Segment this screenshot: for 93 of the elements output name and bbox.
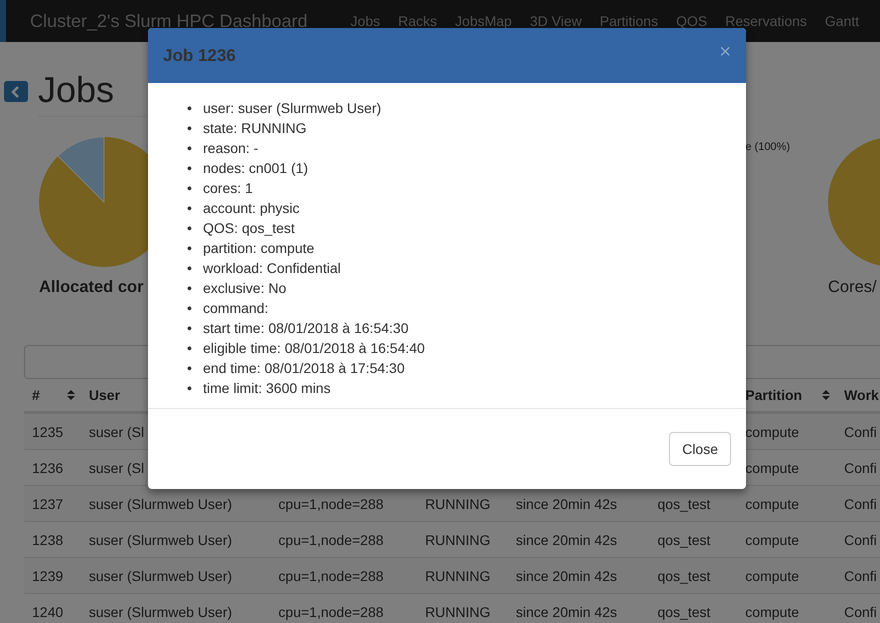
job-detail: nodes: cn001 (1) xyxy=(203,159,308,178)
job-detail: cores: 1 xyxy=(203,179,253,198)
job-detail: eligible time: 08/01/2018 à 16:54:40 xyxy=(203,339,425,358)
legend-text: e (100%) xyxy=(745,141,790,155)
close-button[interactable]: Close xyxy=(669,432,731,466)
table-cell: RUNNING xyxy=(425,604,490,620)
table-cell: Confi xyxy=(844,532,877,548)
table-cell: Confi xyxy=(844,496,877,512)
table-cell: suser (Slurmweb User) xyxy=(88,496,232,512)
table-cell: RUNNING xyxy=(425,568,490,584)
job-detail: QOS: qos_test xyxy=(203,219,295,238)
bullet: • xyxy=(187,199,193,218)
bullet: • xyxy=(187,219,193,238)
table-cell: qos_test xyxy=(658,532,710,548)
table-cell: qos_test xyxy=(658,496,710,512)
nav-link[interactable]: Racks xyxy=(389,13,446,29)
bullet: • xyxy=(187,359,193,378)
bullet: • xyxy=(187,379,193,398)
table-cell: 1237 xyxy=(32,496,64,512)
job-detail: start time: 08/01/2018 à 16:54:30 xyxy=(203,319,408,338)
dialog-title: Job 1236 xyxy=(163,46,236,66)
table-cell: 1239 xyxy=(32,568,64,584)
table-cell: since 20min 42s xyxy=(516,532,618,548)
table-cell: compute xyxy=(745,496,799,512)
table-cell: Confi xyxy=(844,568,877,584)
job-detail: partition: compute xyxy=(203,239,314,258)
table-cell: qos_test xyxy=(658,604,710,620)
table-cell: compute xyxy=(745,460,799,476)
job-detail: exclusive: No xyxy=(203,279,286,298)
sort-icon[interactable] xyxy=(822,390,830,400)
bullet: • xyxy=(187,299,193,318)
table-cell: since 20min 42s xyxy=(516,496,618,512)
job-detail: state: RUNNING xyxy=(203,119,306,138)
brand-title[interactable]: Cluster_2's Slurm HPC Dashboard xyxy=(30,10,308,32)
table-cell: suser (Sl xyxy=(88,460,144,476)
chart-label: Allocated cor xyxy=(39,278,145,297)
job-detail: reason: - xyxy=(203,139,258,158)
job-detail: command: xyxy=(203,299,268,318)
job-detail: time limit: 3600 mins xyxy=(203,379,331,398)
bullet: • xyxy=(187,319,193,338)
table-cell: qos_test xyxy=(658,568,710,584)
bullet: • xyxy=(187,139,193,158)
table-cell: RUNNING xyxy=(425,532,490,548)
nav-link[interactable]: Gantt xyxy=(816,13,868,29)
table-cell: 1236 xyxy=(32,460,64,476)
job-detail: user: suser (Slurmweb User) xyxy=(203,99,382,118)
bullet: • xyxy=(187,259,193,278)
table-cell: cpu=1,node=288 xyxy=(278,496,384,512)
column-header[interactable]: Partition xyxy=(745,387,802,403)
table-cell: suser (Slurmweb User) xyxy=(88,568,232,584)
nav-link[interactable]: Jobs xyxy=(342,13,390,29)
table-cell: compute xyxy=(745,424,799,440)
nav-link[interactable]: 3D View xyxy=(520,13,591,29)
chart-label: Cores/ xyxy=(828,278,878,297)
bullet: • xyxy=(187,119,193,138)
table-cell: since 20min 42s xyxy=(516,604,618,620)
table-cell: compute xyxy=(745,568,799,584)
column-header[interactable]: Work xyxy=(844,387,879,403)
table-cell: compute xyxy=(745,604,799,620)
table-cell: Confi xyxy=(844,604,877,620)
nav-link[interactable]: Partitions xyxy=(590,13,668,29)
bullet: • xyxy=(187,239,193,258)
table-cell: suser (Slurmweb User) xyxy=(88,604,232,620)
table-cell: RUNNING xyxy=(425,496,490,512)
table-cell: cpu=1,node=288 xyxy=(278,568,384,584)
nav-link[interactable]: JobsMap xyxy=(446,13,521,29)
table-cell: Confi xyxy=(844,460,877,476)
nav-link[interactable]: QOS xyxy=(667,13,716,29)
sort-icon[interactable] xyxy=(66,390,75,400)
close-button[interactable]: × xyxy=(719,41,731,70)
bullet: • xyxy=(187,179,193,198)
table-cell: cpu=1,node=288 xyxy=(278,532,384,548)
job-detail: workload: Confidential xyxy=(203,259,341,278)
table-cell: 1235 xyxy=(32,424,64,440)
bullet: • xyxy=(187,99,193,118)
column-header[interactable]: # xyxy=(32,387,40,403)
column-header[interactable]: User xyxy=(88,387,120,403)
back-button[interactable] xyxy=(4,81,28,102)
nav-link[interactable]: Reservations xyxy=(716,13,816,29)
table-cell: 1240 xyxy=(32,604,64,620)
job-detail: account: physic xyxy=(203,199,300,218)
table-cell: 1238 xyxy=(32,532,64,548)
table-cell: Confi xyxy=(844,424,877,440)
table-cell: compute xyxy=(745,532,799,548)
job-detail: end time: 08/01/2018 à 17:54:30 xyxy=(203,359,405,378)
bullet: • xyxy=(187,339,193,358)
table-cell: since 20min 42s xyxy=(516,568,618,584)
table-cell: cpu=1,node=288 xyxy=(278,604,384,620)
chevron-left-icon xyxy=(11,86,21,98)
table-cell: suser (Slurmweb User) xyxy=(88,532,232,548)
bullet: • xyxy=(187,279,193,298)
bullet: • xyxy=(187,159,193,178)
table-cell: suser (Sl xyxy=(88,424,144,440)
